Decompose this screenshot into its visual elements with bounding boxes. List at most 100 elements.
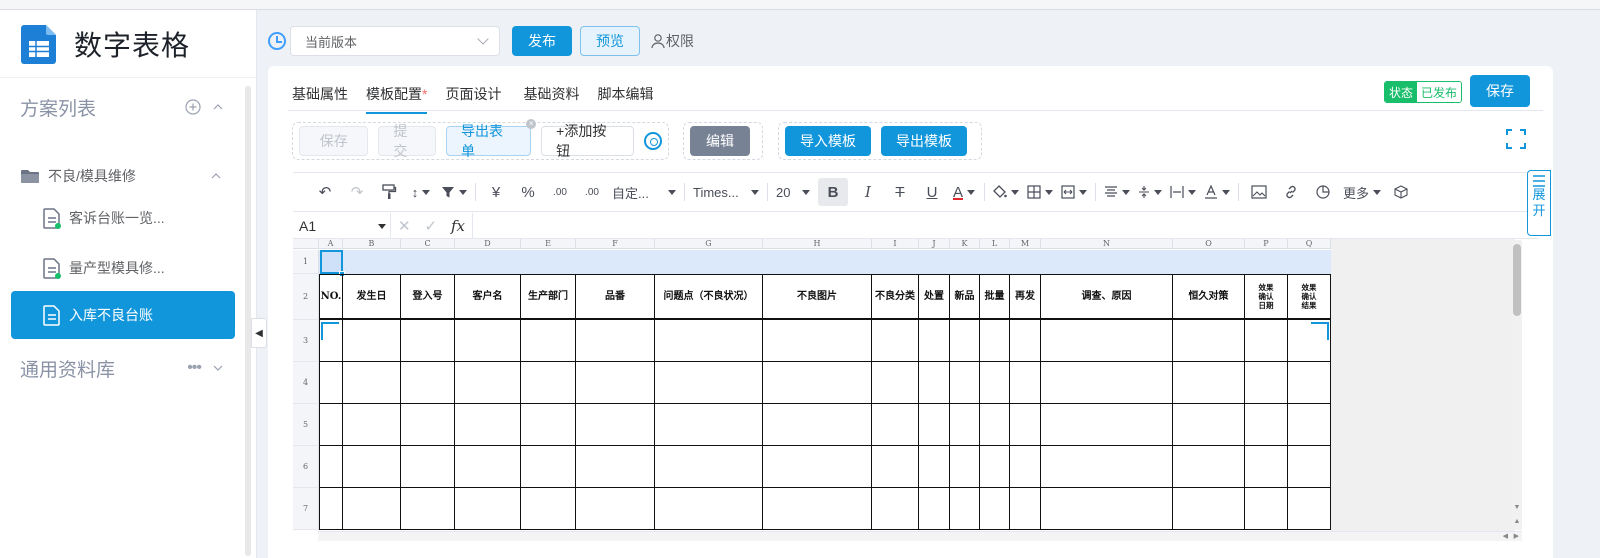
table-cell[interactable] (1245, 404, 1288, 446)
scroll-right-icon[interactable]: ▶ (1514, 532, 1519, 540)
export-form-button[interactable]: 导出表单 × (445, 119, 537, 159)
decimal-increase-icon[interactable]: .00 (580, 178, 604, 206)
close-icon[interactable]: × (526, 119, 537, 129)
table-cell[interactable] (521, 446, 576, 488)
table-cell[interactable] (763, 488, 872, 530)
column-header[interactable]: F (576, 239, 655, 249)
currency-icon[interactable]: ¥ (484, 178, 508, 206)
table-cell[interactable] (655, 320, 763, 362)
table-cell[interactable] (872, 488, 919, 530)
table-cell[interactable] (919, 362, 950, 404)
column-header[interactable]: K (950, 239, 980, 249)
chevron-up-icon[interactable] (211, 171, 221, 181)
tab-basic-props[interactable]: 基础属性 (292, 74, 348, 114)
grid-horizontal-scrollbar[interactable]: ◀ ▶ (318, 531, 1522, 541)
table-cell[interactable] (521, 320, 576, 362)
table-cell[interactable] (872, 446, 919, 488)
fill-color-icon[interactable] (993, 178, 1019, 206)
table-cell[interactable] (343, 404, 401, 446)
table-cell[interactable] (576, 446, 655, 488)
table-cell[interactable] (343, 362, 401, 404)
sidebar-item-incoming-defect-ledger[interactable]: 入库不良台账 (11, 291, 235, 339)
table-cell[interactable] (1245, 488, 1288, 530)
spreadsheet-grid[interactable]: A B C D E F G H I J K L M N O P Q 1 2 3 4 5 6 7 NO. 发生日 登入号 客户名 生产部门… (293, 239, 1515, 531)
bold-icon[interactable]: B (818, 178, 848, 206)
table-cell[interactable] (950, 362, 980, 404)
column-header[interactable]: M (1010, 239, 1041, 249)
table-cell[interactable] (1041, 446, 1173, 488)
table-cell[interactable] (401, 404, 455, 446)
table-cell[interactable] (576, 320, 655, 362)
column-header[interactable]: N (1041, 239, 1173, 249)
add-button-button[interactable]: +添加按钮 (541, 123, 635, 159)
library-header[interactable]: 通用资料库 ••• (0, 348, 245, 388)
table-cell[interactable] (1245, 446, 1288, 488)
undo-icon[interactable]: ↶ (313, 178, 337, 206)
function-icon[interactable]: fx (451, 217, 465, 235)
table-cell[interactable] (763, 404, 872, 446)
form-submit-button[interactable]: 提交 (378, 123, 436, 159)
select-all-corner[interactable] (293, 239, 319, 249)
table-cell[interactable] (980, 488, 1010, 530)
table-cell[interactable] (343, 320, 401, 362)
column-header[interactable]: E (521, 239, 576, 249)
table-cell[interactable] (1041, 404, 1173, 446)
table-cell[interactable] (401, 488, 455, 530)
table-cell[interactable] (521, 362, 576, 404)
scroll-up-icon[interactable]: ▲ (1512, 518, 1522, 525)
row-header[interactable]: 2 (293, 274, 319, 320)
table-header-cell[interactable]: 新品 (950, 274, 980, 320)
folder-defect-mold[interactable]: 不良/模具维修 (0, 156, 245, 196)
column-header[interactable]: Q (1288, 239, 1331, 249)
table-cell[interactable] (919, 320, 950, 362)
column-header[interactable]: L (980, 239, 1010, 249)
column-header[interactable]: H (763, 239, 872, 249)
table-cell[interactable] (763, 446, 872, 488)
column-header[interactable]: P (1245, 239, 1288, 249)
sidebar-item-complaint-ledger[interactable]: 客诉台账一览... (11, 194, 235, 242)
table-header-cell[interactable]: 品番 (576, 274, 655, 320)
row-header[interactable]: 4 (293, 362, 319, 404)
chart-icon[interactable] (1311, 178, 1335, 206)
link-icon[interactable] (1279, 178, 1303, 206)
table-cell[interactable] (655, 488, 763, 530)
table-cell[interactable] (655, 362, 763, 404)
table-header-cell[interactable]: 不良分类 (872, 274, 919, 320)
table-cell[interactable] (455, 320, 521, 362)
table-cell[interactable] (872, 404, 919, 446)
table-header-cell[interactable]: 批量 (980, 274, 1010, 320)
table-cell[interactable] (401, 446, 455, 488)
table-header-cell[interactable]: 发生日 (343, 274, 401, 320)
table-cell[interactable] (455, 446, 521, 488)
table-cell[interactable] (521, 488, 576, 530)
italic-icon[interactable]: I (856, 178, 880, 206)
table-header-cell[interactable]: 效果 确认 日期 (1245, 274, 1288, 320)
confirm-icon[interactable]: ✓ (424, 217, 437, 235)
column-header[interactable]: J (919, 239, 950, 249)
table-cell[interactable] (1010, 320, 1041, 362)
table-cell[interactable] (655, 446, 763, 488)
row-header[interactable]: 6 (293, 446, 319, 488)
column-header[interactable]: C (401, 239, 455, 249)
merge-cells-icon[interactable] (1061, 178, 1087, 206)
table-cell[interactable] (319, 446, 343, 488)
table-cell[interactable] (576, 488, 655, 530)
table-cell[interactable] (872, 320, 919, 362)
strikethrough-icon[interactable]: T (888, 178, 912, 206)
cancel-icon[interactable]: ✕ (398, 217, 411, 235)
table-cell[interactable] (1288, 362, 1331, 404)
preview-button[interactable]: 预览 (580, 26, 640, 56)
table-cell[interactable] (401, 320, 455, 362)
table-cell[interactable] (919, 404, 950, 446)
table-cell[interactable] (319, 362, 343, 404)
tab-page-design[interactable]: 页面设计 (445, 74, 501, 114)
format-painter-icon[interactable] (377, 178, 401, 206)
import-template-button[interactable]: 导入模板 (785, 126, 871, 156)
fullscreen-icon[interactable] (1506, 129, 1526, 149)
table-header-cell[interactable]: NO. (319, 274, 343, 320)
font-size-select[interactable]: 20 (776, 178, 810, 206)
table-cell[interactable] (1245, 320, 1288, 362)
scroll-down-icon[interactable]: ▼ (1512, 504, 1522, 511)
table-cell[interactable] (980, 320, 1010, 362)
form-save-button[interactable]: 保存 (299, 126, 369, 156)
